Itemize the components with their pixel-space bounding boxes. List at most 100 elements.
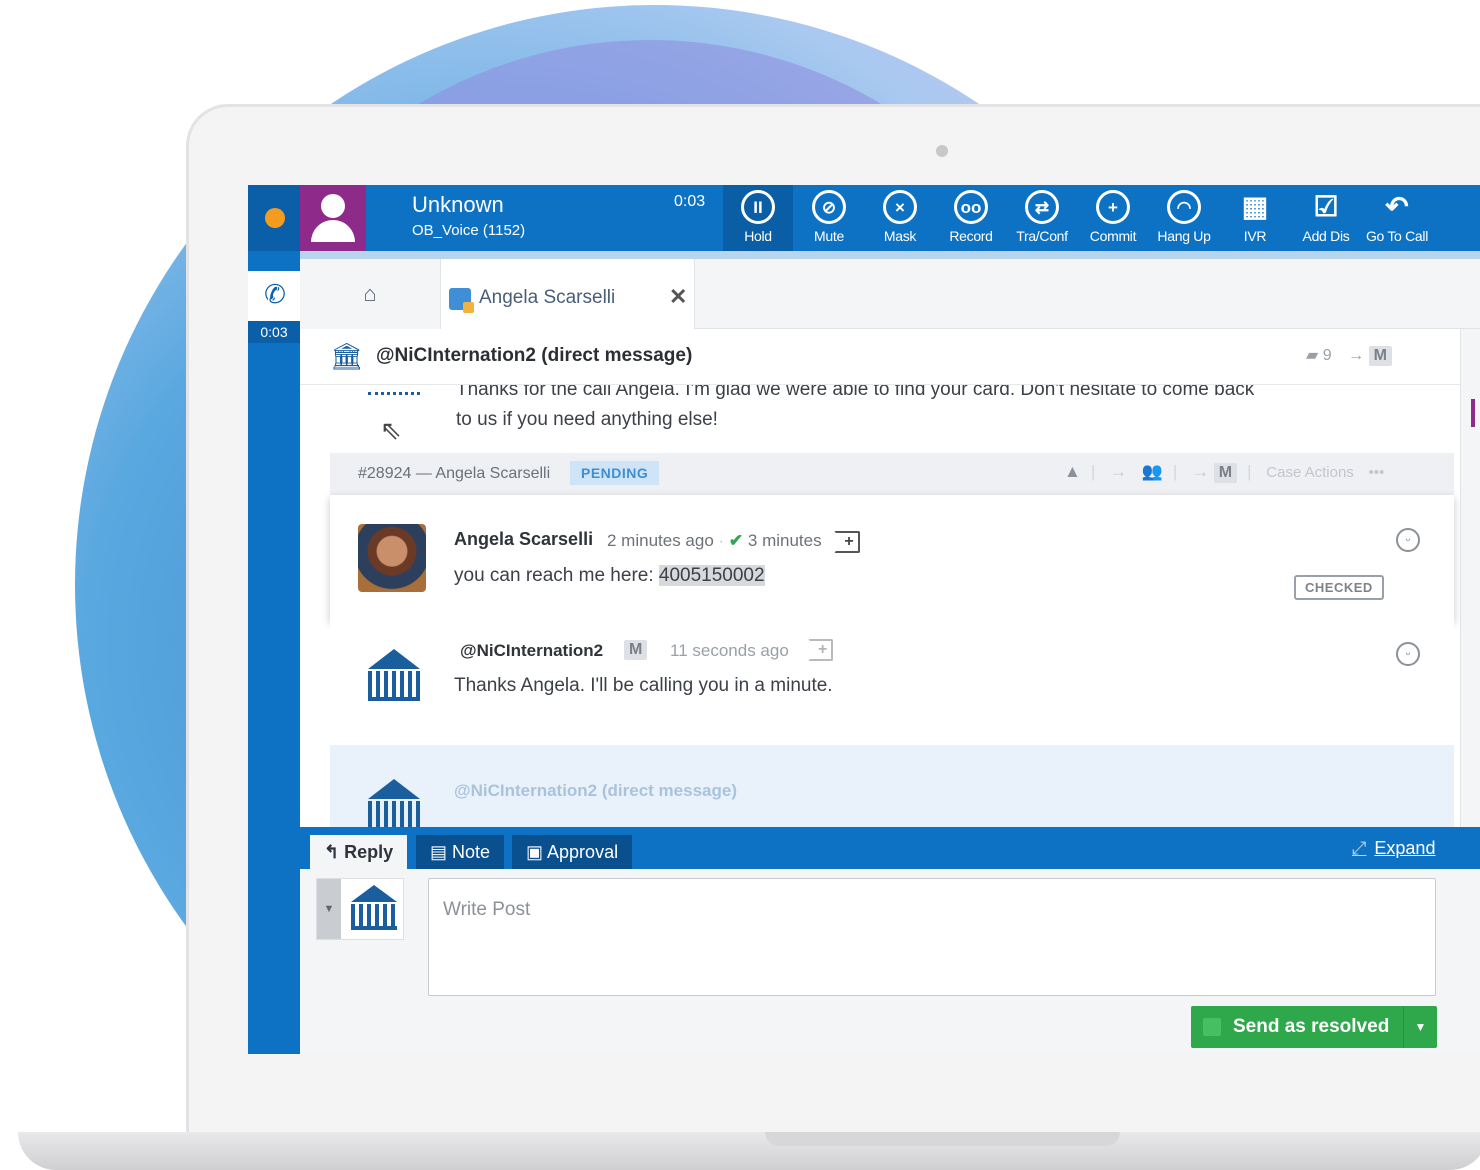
composer-tabs: ↰ Reply ▤ Note ▣ Approval ⤢ Expand	[300, 827, 1480, 869]
message-author[interactable]: @NiCInternation2	[460, 641, 603, 661]
conversation-title: @NiCInternation2 (direct message)	[376, 345, 693, 366]
phone-icon: ✆	[264, 279, 286, 309]
message-text: you can reach me here:	[454, 565, 659, 586]
phone-number[interactable]: 4005150002	[658, 565, 765, 586]
mute-button[interactable]: ⊘ Mute	[794, 185, 864, 251]
expand-label: Expand	[1374, 838, 1436, 858]
tool-label: Commit	[1089, 228, 1137, 244]
active-call-item[interactable]: ✆ 0:03	[248, 271, 300, 343]
hold-button[interactable]: II Hold	[723, 185, 793, 251]
tool-label: IVR	[1243, 228, 1267, 244]
person-icon	[321, 194, 345, 218]
commit-button[interactable]: + Commit	[1078, 185, 1148, 251]
caller-line: OB_Voice (1152)	[412, 222, 526, 239]
approval-icon: ▣	[526, 842, 544, 862]
add-dis-button[interactable]: ☑ Add Dis	[1291, 185, 1361, 251]
draft-author: @NiCInternation2 (direct message)	[454, 781, 737, 800]
arrow-icon: →	[1192, 462, 1210, 481]
tool-label: Hang Up	[1157, 228, 1211, 244]
chevron-down-icon[interactable]: ▼	[317, 879, 341, 939]
bank-icon	[368, 385, 420, 395]
checked-tag[interactable]: CHECKED	[1294, 575, 1384, 600]
m-badge[interactable]: M	[1213, 463, 1238, 483]
message-stream: Thanks for the call Angela. I'm glad we …	[300, 385, 1460, 827]
message-timestamp: 2 minutes ago	[607, 531, 714, 550]
smiley-icon[interactable]: ᵕ	[1396, 642, 1420, 666]
case-id[interactable]: #28924 — Angela Scarselli	[358, 465, 550, 483]
tra-conf-button[interactable]: ⇄ Tra/Conf	[1007, 185, 1077, 251]
record-button[interactable]: oo Record	[936, 185, 1006, 251]
ivr-button[interactable]: ▦ IVR	[1220, 185, 1290, 251]
tool-label: Record	[949, 228, 993, 244]
status-badge: PENDING	[570, 461, 660, 485]
rail-call-timer: 0:03	[248, 321, 300, 343]
go-to-call-button[interactable]: ↶ Go To Call	[1362, 185, 1432, 251]
note-icon: ▤	[430, 842, 448, 862]
tab-inbox[interactable]: ⌂	[300, 259, 440, 329]
agent-message: @NiCInternation2 M 11 seconds ago + Than…	[330, 621, 1454, 739]
keypad-icon: ▦	[1241, 191, 1269, 222]
warning-icon[interactable]: ▲	[1064, 462, 1081, 481]
call-timer: 0:03	[674, 193, 706, 210]
chevron-down-icon[interactable]: ▼	[1403, 1006, 1437, 1048]
laptop-base	[18, 1132, 1480, 1170]
progress-strip	[300, 251, 1480, 259]
tool-label: Hold	[744, 228, 772, 244]
stage: Unknown OB_Voice (1152) 0:03 II Hold ⊘ Mute…	[0, 0, 1480, 1170]
check-icon: ✔	[728, 531, 744, 550]
tab-label: Angela Scarselli	[479, 287, 616, 308]
tab-reply-label: Reply	[344, 842, 394, 862]
tab-bar: ⌂ Angela Scarselli ✕	[300, 259, 1480, 329]
hang-up-button[interactable]: ◠ Hang Up	[1149, 185, 1219, 251]
arrow-icon: →	[1348, 347, 1365, 364]
m-badge[interactable]: M	[1368, 346, 1392, 366]
tool-label: Add Dis	[1302, 228, 1350, 244]
checkbox-icon: ☑	[1313, 191, 1339, 222]
tool-label: Tra/Conf	[1016, 228, 1068, 244]
case-actions-label[interactable]: Case Actions	[1266, 464, 1354, 481]
tab-reply[interactable]: ↰ Reply	[310, 835, 408, 869]
bank-icon: 🏛	[330, 341, 364, 371]
smiley-icon[interactable]: ᵕ	[1396, 528, 1420, 552]
bank-icon	[368, 779, 420, 827]
avatar	[358, 524, 426, 592]
tool-label: Mask	[883, 228, 917, 244]
m-badge: M	[624, 640, 648, 660]
mask-button[interactable]: × Mask	[865, 185, 935, 251]
expand-link[interactable]: ⤢ Expand	[1352, 838, 1435, 859]
previous-message: Thanks for the call Angela. I'm glad we …	[456, 385, 1255, 430]
message-body: you can reach me here: 4005150002	[454, 565, 765, 587]
send-as-resolved-button[interactable]: Send as resolved ▼	[1191, 1006, 1437, 1048]
mute-icon: ⊘	[812, 190, 846, 224]
side-panel-edge	[1460, 329, 1480, 827]
pause-icon: II	[741, 190, 775, 224]
side-marker	[1471, 399, 1475, 427]
bank-icon	[368, 649, 420, 705]
add-tag-icon[interactable]: +	[808, 639, 834, 661]
comment-icon: ▰	[1306, 347, 1319, 364]
tab-approval[interactable]: ▣ Approval	[512, 835, 633, 869]
send-label: Send as resolved	[1233, 1016, 1390, 1037]
message-author[interactable]: Angela Scarselli	[454, 529, 593, 550]
mouse-cursor-icon: ⇖	[380, 415, 402, 445]
draft-message: @NiCInternation2 (direct message)	[330, 745, 1454, 827]
agent-status[interactable]	[248, 185, 300, 251]
post-input[interactable]	[428, 878, 1436, 996]
add-tag-icon[interactable]: +	[834, 531, 860, 553]
arrow-icon: →	[1109, 462, 1127, 481]
app-screen: Unknown OB_Voice (1152) 0:03 II Hold ⊘ Mute…	[248, 185, 1480, 1054]
tab-note-label: Note	[452, 842, 491, 862]
tab-note[interactable]: ▤ Note	[416, 835, 505, 869]
group-icon[interactable]: 👥	[1142, 462, 1163, 481]
camera-icon	[936, 145, 948, 157]
tab-approval-label: Approval	[547, 842, 619, 862]
tab-angela-scarselli[interactable]: Angela Scarselli ✕	[440, 259, 695, 329]
record-icon: oo	[954, 190, 988, 224]
mask-icon: ×	[883, 190, 917, 224]
left-rail: ✆ 0:03	[248, 251, 300, 1054]
more-icon[interactable]: •••	[1369, 464, 1385, 481]
undo-icon: ↶	[1385, 191, 1409, 222]
author-selector[interactable]: ▼	[316, 878, 404, 940]
tool-label: Mute	[814, 228, 844, 244]
close-icon[interactable]: ✕	[669, 284, 687, 310]
